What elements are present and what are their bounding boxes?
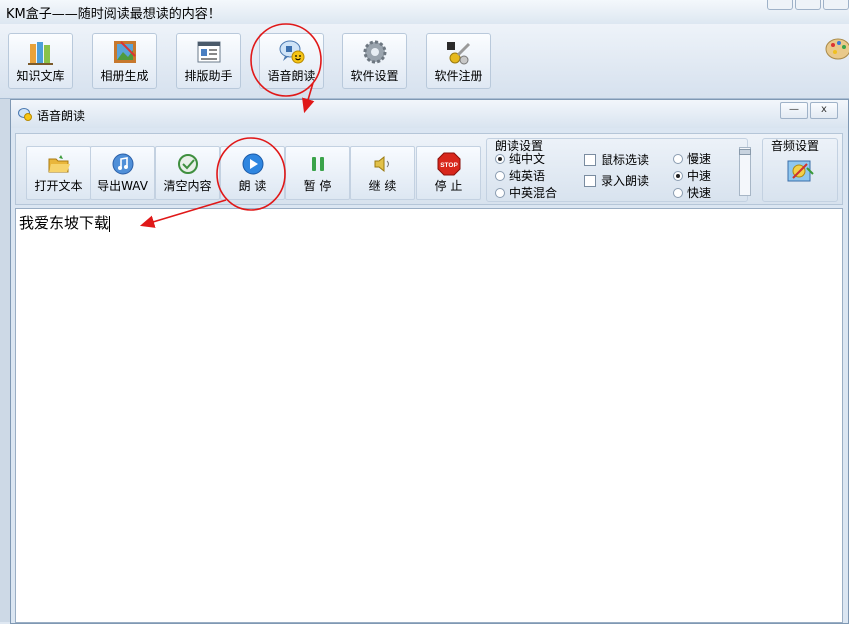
resume-label: 继 续: [368, 179, 397, 193]
voice-reading-button[interactable]: 语音朗读: [259, 33, 324, 89]
text-caret: [109, 215, 111, 232]
voice-reading-dialog: 语音朗读 — x 打开文本 导出WAV 清空内容 朗 读 暂 停 继 续 STO…: [10, 99, 849, 624]
main-maximize-button[interactable]: [795, 0, 821, 10]
main-close-button[interactable]: [823, 0, 849, 10]
layout-assistant-label: 排版助手: [184, 69, 233, 83]
speaker-icon: [374, 155, 389, 173]
software-register-button[interactable]: 软件注册: [426, 33, 491, 89]
export-wav-button[interactable]: 导出WAV: [90, 146, 155, 200]
radio-pure-english[interactable]: 纯英语: [495, 167, 545, 184]
clear-icon: [177, 154, 198, 174]
main-title-bar: KM盒子——随时阅读最想读的内容！: [0, 0, 849, 24]
music-note-icon: [112, 153, 133, 175]
dialog-toolbar: 打开文本 导出WAV 清空内容 朗 读 暂 停 继 续 STOP 停 止 朗读设…: [15, 133, 843, 205]
software-register-label: 软件注册: [434, 69, 483, 83]
clear-content-button[interactable]: 清空内容: [155, 146, 220, 200]
main-window-controls: [767, 0, 849, 10]
software-settings-button[interactable]: 软件设置: [342, 33, 407, 89]
stop-sign-icon: STOP: [437, 152, 460, 176]
pause-button[interactable]: 暂 停: [285, 146, 350, 200]
gear-icon: [363, 40, 386, 64]
dialog-title-bar: 语音朗读 — x: [11, 100, 848, 128]
pause-label: 暂 停: [303, 179, 332, 193]
dialog-minimize-button[interactable]: —: [780, 102, 808, 119]
speech-icon: [18, 108, 32, 121]
speech-icon: [279, 40, 304, 64]
text-editor[interactable]: 我爱东坡下载: [15, 208, 843, 623]
radio-speed-slow[interactable]: 慢速: [673, 150, 711, 167]
slider-thumb[interactable]: [739, 149, 751, 155]
knowledge-library-button[interactable]: 知识文库: [8, 33, 73, 89]
album-generate-button[interactable]: 相册生成: [92, 33, 157, 89]
picture-frame-icon: [113, 41, 136, 63]
radio-mixed[interactable]: 中英混合: [495, 184, 557, 201]
radio-pure-chinese[interactable]: 纯中文: [495, 150, 545, 167]
audio-settings-group: 音频设置: [762, 138, 838, 202]
software-settings-label: 软件设置: [350, 69, 399, 83]
checkbox-input-read[interactable]: 录入朗读: [584, 172, 649, 189]
radio-speed-medium[interactable]: 中速: [673, 167, 711, 184]
palette-icon[interactable]: [823, 36, 849, 62]
checkbox-mouse-select-read[interactable]: 鼠标选读: [584, 151, 649, 168]
pause-icon: [311, 157, 324, 171]
voice-reading-label: 语音朗读: [267, 69, 316, 83]
open-folder-icon: [48, 155, 70, 173]
stop-sign-text: STOP: [440, 162, 458, 169]
main-toolbar: 知识文库 相册生成 排版助手 语音朗读 软件设置 软件注册: [0, 24, 849, 99]
read-settings-group: 朗读设置 纯中文 纯英语 中英混合 鼠标选读 录入朗读 慢速 中速 快速: [486, 138, 748, 202]
layout-icon: [197, 41, 220, 63]
radio-speed-fast[interactable]: 快速: [673, 184, 711, 201]
audio-settings-icon[interactable]: [785, 156, 815, 186]
layout-assistant-button[interactable]: 排版助手: [176, 33, 241, 89]
editor-content: 我爱东坡下载: [19, 214, 111, 232]
dialog-close-button[interactable]: x: [810, 102, 838, 119]
knowledge-library-label: 知识文库: [16, 69, 65, 83]
dialog-window-controls: — x: [780, 102, 838, 119]
clear-content-label: 清空内容: [163, 179, 212, 193]
play-icon: [242, 153, 263, 175]
keys-icon: [446, 42, 470, 65]
dialog-title: 语音朗读: [37, 109, 86, 123]
volume-slider[interactable]: [739, 147, 751, 196]
export-wav-label: 导出WAV: [97, 179, 148, 193]
open-text-button[interactable]: 打开文本: [26, 146, 91, 200]
resume-button[interactable]: 继 续: [350, 146, 415, 200]
stop-label: 停 止: [434, 179, 463, 193]
open-text-label: 打开文本: [34, 179, 83, 193]
album-generate-label: 相册生成: [100, 69, 149, 83]
books-icon: [27, 42, 53, 65]
read-button[interactable]: 朗 读: [220, 146, 285, 200]
read-label: 朗 读: [238, 179, 267, 193]
stop-button[interactable]: STOP 停 止: [416, 146, 481, 200]
audio-settings-title: 音频设置: [771, 139, 820, 153]
main-minimize-button[interactable]: [767, 0, 793, 10]
main-window-title: KM盒子——随时阅读最想读的内容！: [6, 7, 221, 22]
background-window-edge: [0, 99, 10, 622]
